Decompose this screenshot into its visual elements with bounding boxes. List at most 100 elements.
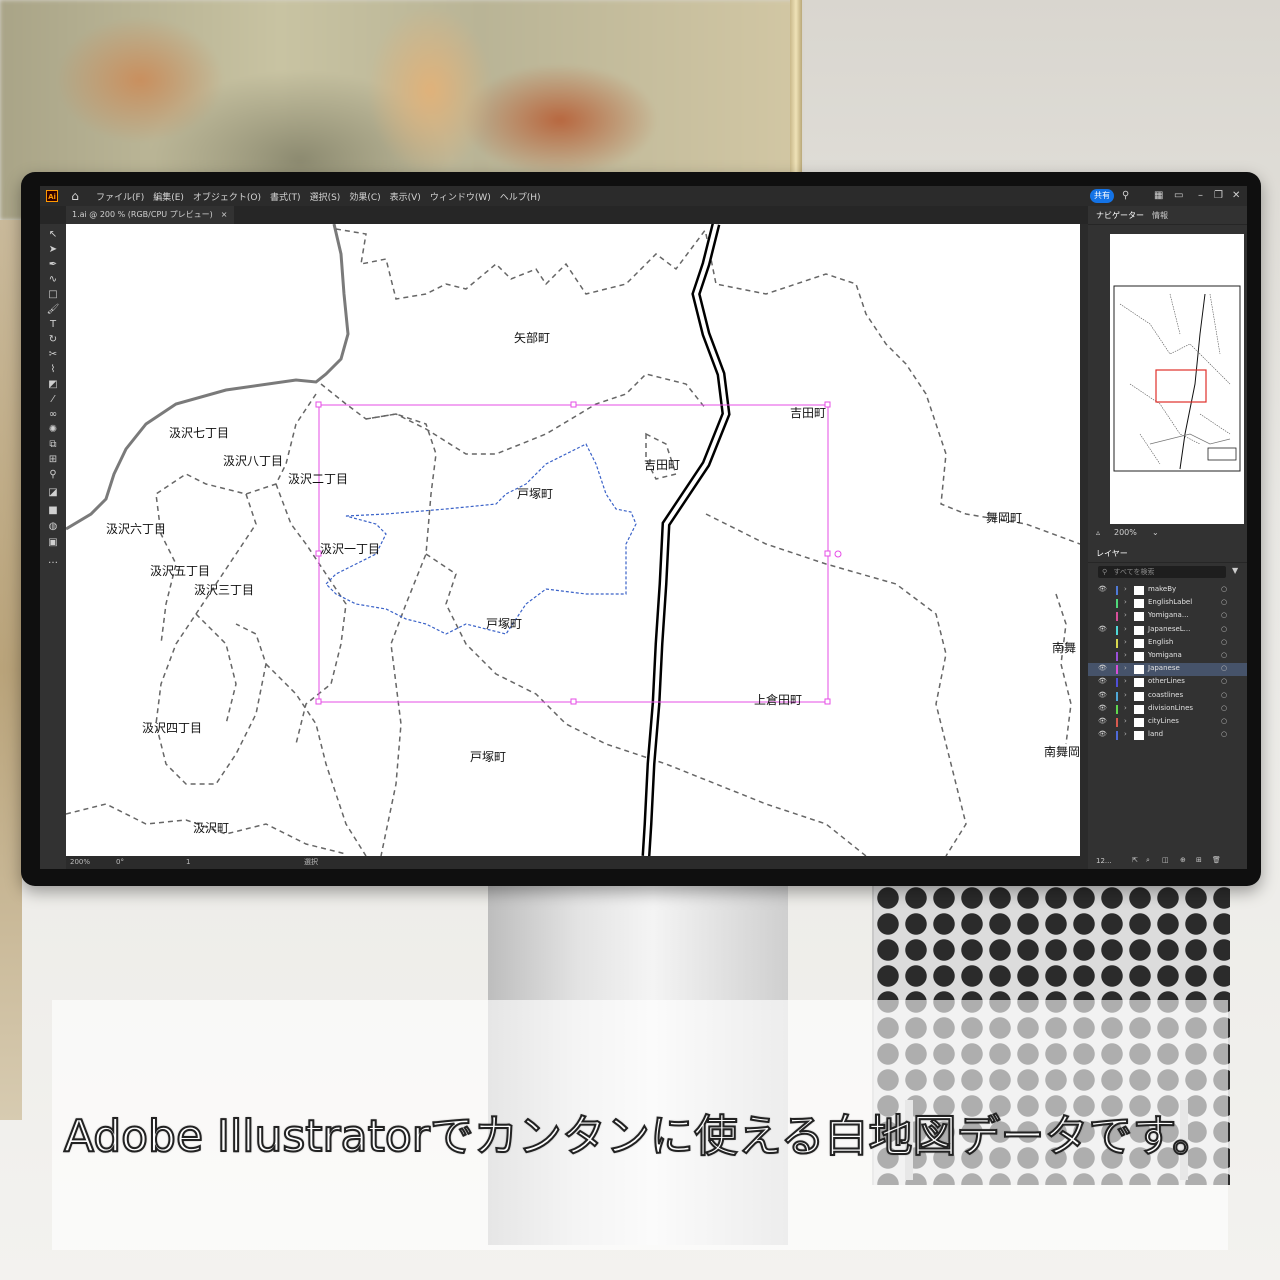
collect-export-icon[interactable]: ⇱: [1132, 856, 1138, 864]
layer-target-icon[interactable]: ○: [1221, 704, 1227, 712]
layer-row[interactable]: 👁 › divisionLines ○: [1088, 703, 1247, 716]
map-label[interactable]: 汲沢七丁目: [169, 424, 229, 441]
layer-row[interactable]: 👁 › JapaneseL... ○: [1088, 624, 1247, 637]
expand-chevron-icon[interactable]: ›: [1124, 585, 1127, 593]
artboard-canvas[interactable]: 矢部町 吉田町 吉田町 汲沢七丁目 汲沢八丁目 汲沢二丁目 戸塚町 舞岡町 汲沢六丁目 汲沢一丁目…: [66, 224, 1080, 856]
layer-target-icon[interactable]: ○: [1221, 677, 1227, 685]
layer-target-icon[interactable]: ○: [1221, 717, 1227, 725]
arrange-documents-icon[interactable]: ▭: [1174, 189, 1183, 203]
menu-item[interactable]: オブジェクト(O): [193, 190, 261, 203]
tab-navigator[interactable]: ナビゲーター: [1096, 210, 1144, 221]
home-icon[interactable]: ⌂: [68, 189, 82, 203]
zoom-out-icon[interactable]: ▵: [1096, 528, 1100, 537]
map-label[interactable]: 汲沢町: [193, 819, 229, 836]
new-layer-icon[interactable]: ⊞: [1196, 856, 1202, 864]
share-button[interactable]: 共有: [1090, 189, 1114, 203]
layer-target-icon[interactable]: ○: [1221, 691, 1227, 699]
layer-row[interactable]: › Yomigana... ○: [1088, 610, 1247, 623]
visibility-eye-icon[interactable]: 👁: [1098, 585, 1107, 593]
map-label[interactable]: 汲沢一丁目: [320, 540, 380, 557]
map-label[interactable]: 戸塚町: [470, 748, 506, 765]
menu-item[interactable]: 選択(S): [310, 190, 341, 203]
expand-chevron-icon[interactable]: ›: [1124, 598, 1127, 606]
menu-item[interactable]: 編集(E): [153, 190, 184, 203]
map-label[interactable]: 吉田町: [644, 456, 680, 473]
map-label[interactable]: 南舞: [1052, 639, 1076, 656]
expand-chevron-icon[interactable]: ›: [1124, 611, 1127, 619]
screen-mode-icon[interactable]: ▣: [46, 536, 60, 550]
navigator-preview[interactable]: [1110, 234, 1244, 524]
color-mode-icon[interactable]: ■: [46, 504, 60, 518]
layer-row[interactable]: 👁 › makeBy ○: [1088, 584, 1247, 597]
map-label[interactable]: 汲沢二丁目: [288, 470, 348, 487]
map-label[interactable]: 戸塚町: [486, 615, 522, 632]
curvature-tool-icon[interactable]: ∿: [46, 273, 60, 287]
expand-chevron-icon[interactable]: ›: [1124, 677, 1127, 685]
layer-target-icon[interactable]: ○: [1221, 585, 1227, 593]
more-tools-icon[interactable]: …: [46, 554, 60, 568]
zoom-level[interactable]: 200%: [70, 856, 90, 869]
layer-target-icon[interactable]: ○: [1221, 651, 1227, 659]
new-sublayer-icon[interactable]: ⊕: [1180, 856, 1186, 864]
menu-item[interactable]: 効果(C): [349, 190, 380, 203]
layer-target-icon[interactable]: ○: [1221, 664, 1227, 672]
expand-chevron-icon[interactable]: ›: [1124, 730, 1127, 738]
warp-tool-icon[interactable]: ⌇: [46, 363, 60, 377]
tab-info[interactable]: 情報: [1152, 210, 1168, 221]
map-label[interactable]: 汲沢四丁目: [142, 719, 202, 736]
tab-layers[interactable]: レイヤー: [1096, 548, 1128, 559]
map-label[interactable]: 矢部町: [514, 329, 550, 346]
layer-target-icon[interactable]: ○: [1221, 598, 1227, 606]
minimize-icon[interactable]: –: [1198, 189, 1203, 203]
visibility-eye-icon[interactable]: 👁: [1098, 730, 1107, 738]
map-label[interactable]: 上倉田町: [754, 691, 802, 708]
map-label[interactable]: 戸塚町: [517, 485, 553, 502]
layer-row[interactable]: 👁 › Japanese ○: [1088, 663, 1247, 677]
menu-item[interactable]: ファイル(F): [96, 190, 144, 203]
artboard-number[interactable]: 1: [186, 856, 190, 869]
expand-chevron-icon[interactable]: ›: [1124, 704, 1127, 712]
selection-tool-icon[interactable]: ↖: [46, 228, 60, 242]
expand-chevron-icon[interactable]: ›: [1124, 651, 1127, 659]
workspace-icon[interactable]: ▦: [1154, 189, 1163, 203]
blend-tool-icon[interactable]: ∞: [46, 408, 60, 422]
layer-row[interactable]: 👁 › cityLines ○: [1088, 716, 1247, 729]
restore-icon[interactable]: ❐: [1214, 189, 1223, 203]
visibility-eye-icon[interactable]: 👁: [1098, 704, 1107, 712]
menu-item[interactable]: 書式(T): [270, 190, 301, 203]
zoom-tool-icon[interactable]: ⚲: [46, 468, 60, 482]
pen-tool-icon[interactable]: ✒: [46, 258, 60, 272]
menu-item[interactable]: 表示(V): [390, 190, 421, 203]
map-label[interactable]: 南舞岡: [1044, 743, 1080, 760]
expand-chevron-icon[interactable]: ›: [1124, 625, 1127, 633]
rotation-value[interactable]: 0°: [116, 856, 124, 869]
scissors-tool-icon[interactable]: ✂: [46, 348, 60, 362]
direct-selection-tool-icon[interactable]: ➤: [46, 243, 60, 257]
layer-target-icon[interactable]: ○: [1221, 625, 1227, 633]
rectangle-tool-icon[interactable]: □: [46, 288, 60, 302]
visibility-eye-icon[interactable]: 👁: [1098, 691, 1107, 699]
map-label[interactable]: 吉田町: [790, 404, 826, 421]
draw-mode-icon[interactable]: ◍: [46, 520, 60, 534]
delete-layer-icon[interactable]: 🗑: [1212, 856, 1221, 864]
search-icon[interactable]: ⚲: [1122, 189, 1129, 203]
expand-chevron-icon[interactable]: ›: [1124, 664, 1127, 672]
layer-search-input[interactable]: ⚲ すべてを検索: [1098, 566, 1226, 578]
rotate-tool-icon[interactable]: ↻: [46, 333, 60, 347]
map-label[interactable]: 汲沢三丁目: [194, 581, 254, 598]
visibility-eye-icon[interactable]: 👁: [1098, 677, 1107, 685]
document-tab[interactable]: 1.ai @ 200 % (RGB/CPU プレビュー) ×: [66, 206, 234, 224]
layer-target-icon[interactable]: ○: [1221, 611, 1227, 619]
layer-row[interactable]: › Yomigana ○: [1088, 650, 1247, 663]
eyedropper-tool-icon[interactable]: ⁄: [46, 393, 60, 407]
zoom-dropdown-icon[interactable]: ⌄: [1152, 528, 1159, 537]
navigator-zoom-value[interactable]: 200%: [1114, 528, 1137, 537]
layer-row[interactable]: › EnglishLabel ○: [1088, 597, 1247, 610]
menu-item[interactable]: ヘルプ(H): [500, 190, 541, 203]
locate-object-icon[interactable]: ⌕: [1146, 856, 1150, 865]
layer-row[interactable]: 👁 › coastlines ○: [1088, 690, 1247, 703]
close-icon[interactable]: ✕: [1232, 189, 1240, 203]
type-tool-icon[interactable]: T: [46, 318, 60, 332]
map-label[interactable]: 汲沢五丁目: [150, 562, 210, 579]
layer-target-icon[interactable]: ○: [1221, 638, 1227, 646]
